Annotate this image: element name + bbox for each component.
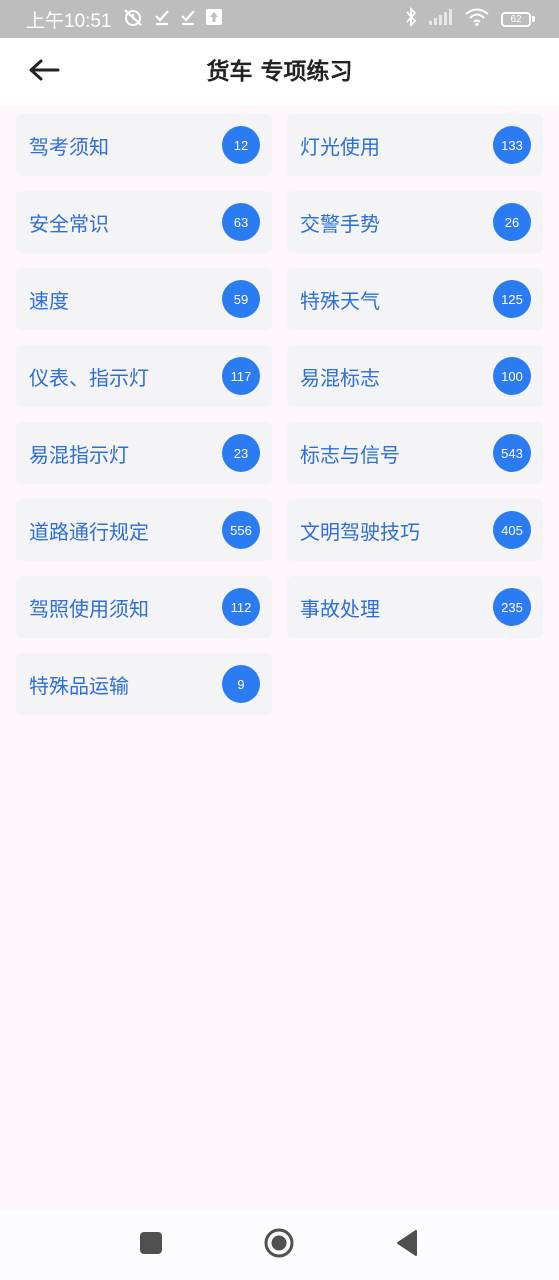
category-label: 文明驾驶技巧 bbox=[300, 519, 420, 544]
count-badge: 125 bbox=[493, 280, 531, 318]
status-time: 上午10:51 bbox=[26, 10, 112, 32]
battery-tip bbox=[532, 16, 535, 22]
category-item[interactable]: 速度 59 bbox=[16, 268, 272, 330]
home-button[interactable] bbox=[264, 1228, 294, 1262]
count-badge: 405 bbox=[493, 511, 531, 549]
system-nav-bar bbox=[0, 1210, 559, 1280]
count-badge: 100 bbox=[493, 357, 531, 395]
count-badge: 63 bbox=[222, 203, 260, 241]
category-grid: 驾考须知 12 灯光使用 133 安全常识 63 交警手势 26 速度 59 特… bbox=[16, 114, 543, 715]
category-item[interactable]: 易混标志 100 bbox=[287, 345, 543, 407]
app-header: 货车 专项练习 bbox=[0, 38, 559, 106]
category-label: 易混标志 bbox=[300, 365, 380, 390]
signal-icon bbox=[429, 9, 453, 29]
count-badge: 117 bbox=[222, 357, 260, 395]
count-badge: 23 bbox=[222, 434, 260, 472]
upload-icon bbox=[205, 8, 222, 30]
category-label: 标志与信号 bbox=[300, 442, 400, 467]
category-label: 速度 bbox=[29, 288, 69, 313]
alarm-off-icon bbox=[122, 7, 144, 32]
category-item[interactable]: 灯光使用 133 bbox=[287, 114, 543, 176]
battery-level: 62 bbox=[501, 11, 531, 27]
category-item[interactable]: 特殊天气 125 bbox=[287, 268, 543, 330]
category-label: 易混指示灯 bbox=[29, 442, 129, 467]
status-bar: 上午10:51 62 bbox=[0, 0, 559, 38]
category-item[interactable]: 仪表、指示灯 117 bbox=[16, 345, 272, 407]
count-badge: 26 bbox=[493, 203, 531, 241]
count-badge: 9 bbox=[222, 665, 260, 703]
category-item[interactable]: 驾照使用须知 112 bbox=[16, 576, 272, 638]
bluetooth-icon bbox=[405, 6, 417, 31]
category-item[interactable]: 驾考须知 12 bbox=[16, 114, 272, 176]
wifi-icon bbox=[465, 8, 489, 30]
category-item[interactable]: 安全常识 63 bbox=[16, 191, 272, 253]
status-icons-left bbox=[122, 7, 222, 32]
category-item[interactable]: 交警手势 26 bbox=[287, 191, 543, 253]
check-icon bbox=[180, 8, 196, 31]
category-label: 事故处理 bbox=[300, 596, 380, 621]
status-right: 62 bbox=[405, 6, 535, 31]
category-label: 驾考须知 bbox=[29, 134, 109, 159]
category-label: 驾照使用须知 bbox=[29, 596, 149, 621]
home-circle-icon bbox=[264, 1228, 294, 1262]
category-item[interactable]: 易混指示灯 23 bbox=[16, 422, 272, 484]
recents-button[interactable] bbox=[136, 1230, 166, 1260]
page-title: 货车 专项练习 bbox=[206, 59, 353, 85]
category-item[interactable]: 事故处理 235 bbox=[287, 576, 543, 638]
count-badge: 133 bbox=[493, 126, 531, 164]
category-item[interactable]: 文明驾驶技巧 405 bbox=[287, 499, 543, 561]
count-badge: 235 bbox=[493, 588, 531, 626]
battery-icon: 62 bbox=[501, 11, 535, 27]
category-label: 特殊天气 bbox=[300, 288, 380, 313]
category-label: 仪表、指示灯 bbox=[29, 365, 149, 390]
count-badge: 556 bbox=[222, 511, 260, 549]
back-nav-button[interactable] bbox=[392, 1230, 422, 1260]
back-triangle-icon bbox=[394, 1229, 420, 1261]
count-badge: 12 bbox=[222, 126, 260, 164]
status-left: 上午10:51 bbox=[26, 6, 222, 33]
category-label: 道路通行规定 bbox=[29, 519, 149, 544]
count-badge: 112 bbox=[222, 588, 260, 626]
category-item[interactable]: 特殊品运输 9 bbox=[16, 653, 272, 715]
category-label: 特殊品运输 bbox=[29, 673, 129, 698]
count-badge: 59 bbox=[222, 280, 260, 318]
recents-square-icon bbox=[139, 1231, 163, 1259]
category-item[interactable]: 标志与信号 543 bbox=[287, 422, 543, 484]
category-label: 安全常识 bbox=[29, 211, 109, 236]
count-badge: 543 bbox=[493, 434, 531, 472]
check-icon bbox=[154, 8, 170, 31]
category-label: 交警手势 bbox=[300, 211, 380, 236]
category-label: 灯光使用 bbox=[300, 134, 380, 159]
category-item[interactable]: 道路通行规定 556 bbox=[16, 499, 272, 561]
